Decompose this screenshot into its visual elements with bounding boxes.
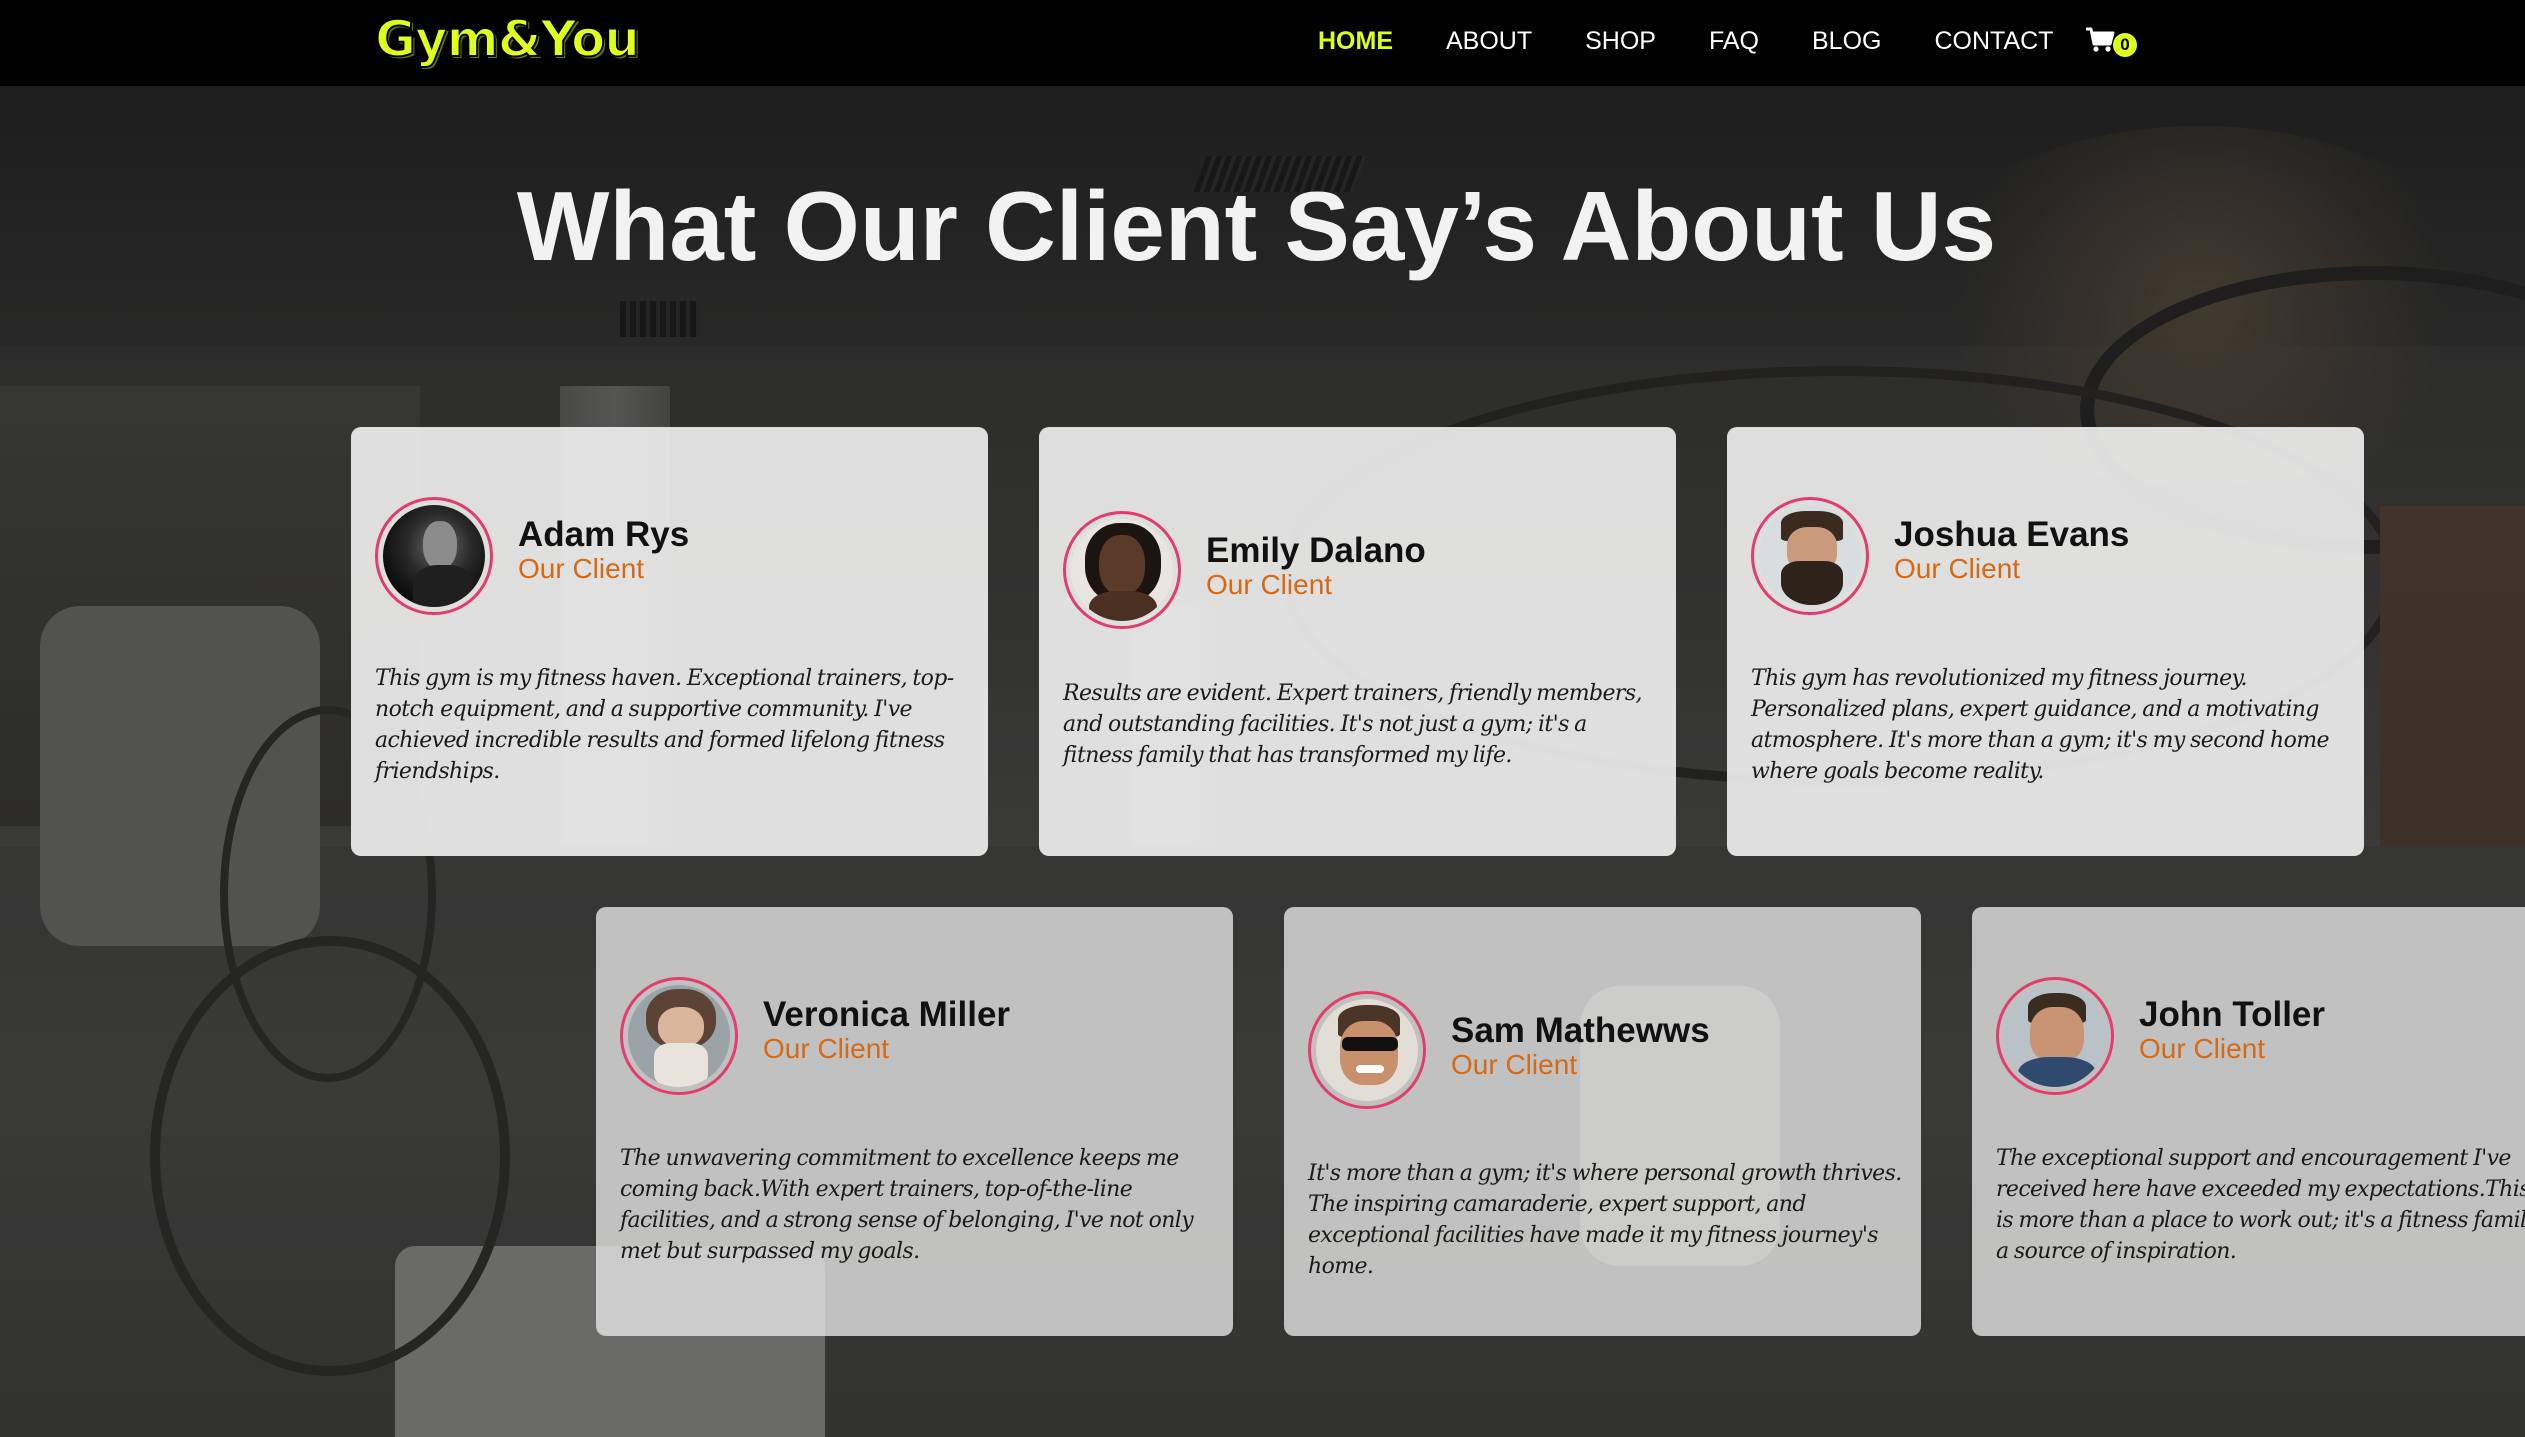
nav-link-blog[interactable]: BLOG <box>1812 26 1881 56</box>
client-role: Our Client <box>2139 1033 2266 1064</box>
testimonial-card: Adam Rys Our Client This gym is my fitne… <box>351 427 988 856</box>
testimonial-card: Sam Mathewws Our Client It's more than a… <box>1284 907 1921 1336</box>
client-role: Our Client <box>518 553 645 584</box>
client-role: Our Client <box>1206 569 1333 600</box>
nav-link-shop[interactable]: SHOP <box>1585 26 1656 56</box>
site-logo[interactable]: Gym&You <box>374 9 641 69</box>
client-name: Adam Rys <box>518 515 690 554</box>
shopping-cart-icon <box>2086 27 2115 52</box>
avatar <box>1751 497 1869 615</box>
testimonial-card: Joshua Evans Our Client This gym has rev… <box>1727 427 2364 856</box>
main-menu: HOME ABOUT SHOP FAQ BLOG CONTACT <box>1318 26 2106 56</box>
nav-link-contact[interactable]: CONTACT <box>1934 26 2053 56</box>
testimonial-quote: The exceptional support and encouragemen… <box>1996 1146 2525 1264</box>
client-role: Our Client <box>1451 1049 1578 1080</box>
section-heading: What Our Client Say’s About Us <box>516 171 1997 281</box>
nav-link-about[interactable]: ABOUT <box>1446 26 1532 56</box>
client-name: Joshua Evans <box>1894 515 2130 554</box>
client-name: John Toller <box>2139 995 2326 1034</box>
testimonial-card: Emily Dalano Our Client Results are evid… <box>1039 427 1676 856</box>
cart-button[interactable]: 0 <box>2085 24 2145 58</box>
avatar <box>1996 977 2114 1095</box>
avatar <box>1308 991 1426 1109</box>
nav-link-faq[interactable]: FAQ <box>1709 26 1759 56</box>
top-navbar: Gym&You HOME ABOUT SHOP FAQ BLOG CONTACT… <box>0 0 2525 86</box>
cart-count-badge: 0 <box>2113 33 2137 57</box>
testimonial-quote: This gym is my fitness haven. Exceptiona… <box>375 666 954 784</box>
testimonial-quote: The unwavering commitment to excellence … <box>620 1146 1194 1264</box>
testimonial-card: Veronica Miller Our Client The unwaverin… <box>596 907 1233 1336</box>
client-role: Our Client <box>1894 553 2021 584</box>
client-name: Emily Dalano <box>1206 531 1426 570</box>
avatar <box>620 977 738 1095</box>
client-role: Our Client <box>763 1033 890 1064</box>
client-name: Sam Mathewws <box>1451 1011 1710 1050</box>
testimonial-quote: Results are evident. Expert trainers, fr… <box>1063 681 1643 768</box>
nav-link-home[interactable]: HOME <box>1318 26 1393 56</box>
testimonial-card: John Toller Our Client The exceptional s… <box>1972 907 2525 1336</box>
testimonial-quote: It's more than a gym; it's where persona… <box>1308 1161 1902 1279</box>
avatar <box>375 497 493 615</box>
avatar <box>1063 511 1181 629</box>
client-name: Veronica Miller <box>763 995 1011 1034</box>
testimonial-quote: This gym has revolutionized my fitness j… <box>1751 666 2330 784</box>
